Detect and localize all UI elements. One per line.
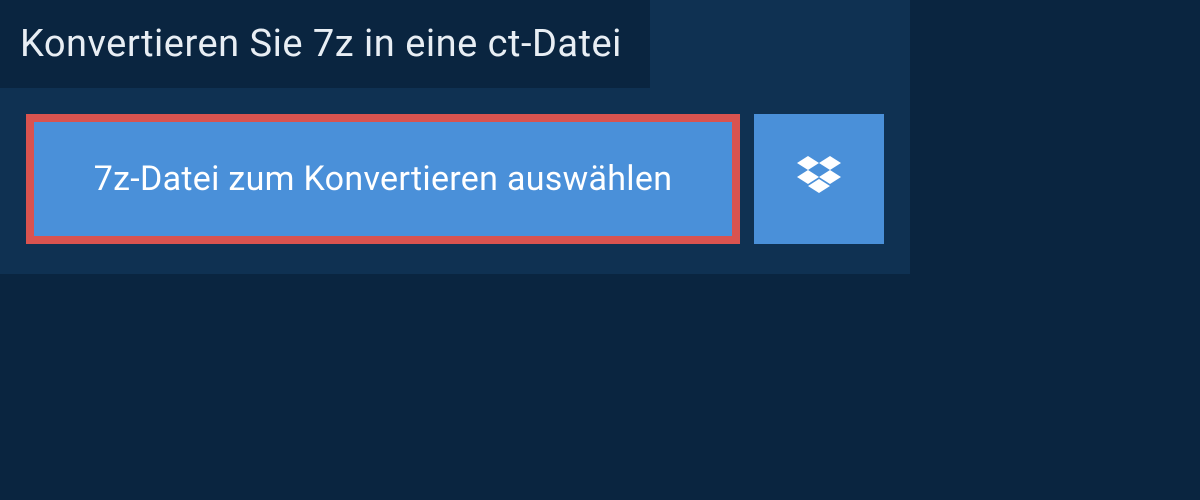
converter-panel: Konvertieren Sie 7z in eine ct-Datei 7z-…: [0, 0, 910, 274]
header-bar: Konvertieren Sie 7z in eine ct-Datei: [0, 0, 650, 88]
dropbox-icon: [797, 156, 841, 202]
select-file-button[interactable]: 7z-Datei zum Konvertieren auswählen: [26, 114, 740, 244]
select-file-label: 7z-Datei zum Konvertieren auswählen: [94, 159, 673, 199]
dropbox-button[interactable]: [754, 114, 884, 244]
page-title: Konvertieren Sie 7z in eine ct-Datei: [20, 22, 622, 66]
action-row: 7z-Datei zum Konvertieren auswählen: [0, 88, 910, 274]
